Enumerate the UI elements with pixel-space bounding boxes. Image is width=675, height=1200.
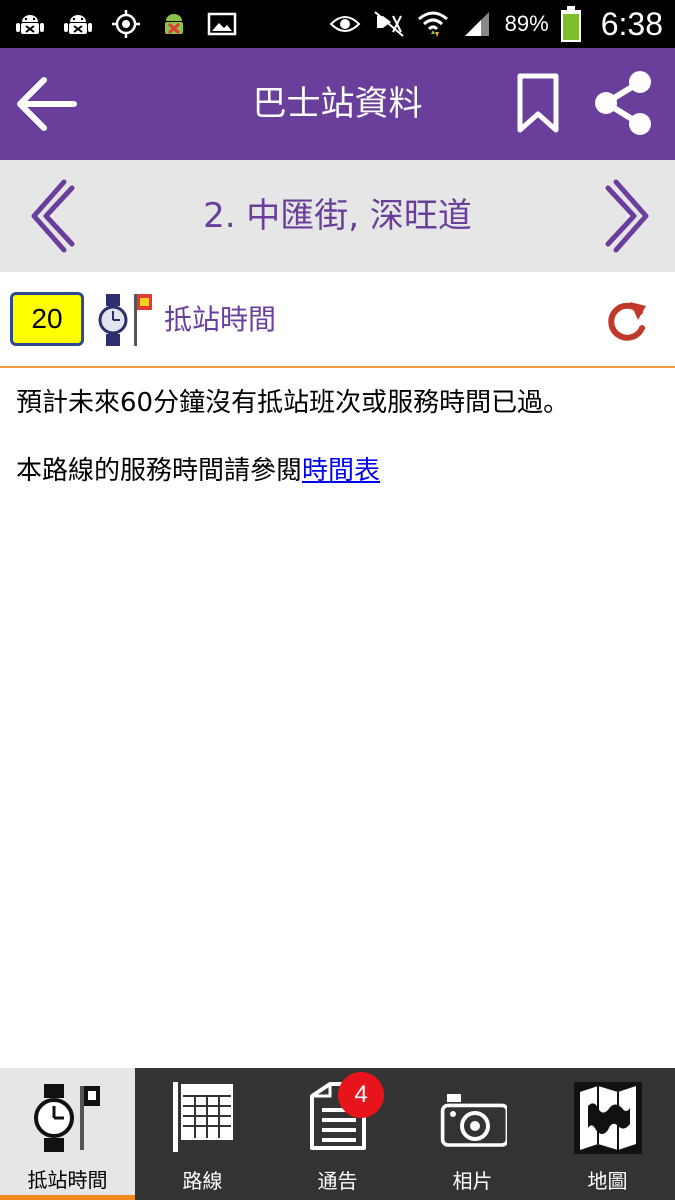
map-icon <box>574 1082 642 1154</box>
signal-icon <box>464 12 489 36</box>
status-system: 89% 6:38 <box>329 0 663 48</box>
stop-navigator: 2. 中匯街, 深旺道 <box>0 160 675 272</box>
next-stop-chevron-icon[interactable] <box>600 176 656 256</box>
nav-label: 路線 <box>182 1169 223 1193</box>
nav-tab-map[interactable]: 地圖 <box>540 1068 675 1200</box>
image-icon <box>207 12 237 36</box>
notice-count-badge: 4 <box>338 1072 384 1118</box>
eta-header: 20 抵站時間 <box>0 272 675 368</box>
eta-message: 預計未來60分鐘沒有抵站班次或服務時間已過。 本路線的服務時間請參閱時間表 <box>16 378 666 514</box>
nav-tab-arrival-time[interactable]: 抵站時間 <box>0 1068 135 1200</box>
previous-stop-chevron-icon[interactable] <box>24 176 80 256</box>
nav-label: 抵站時間 <box>27 1168 108 1192</box>
watch-flag-icon <box>34 1084 100 1152</box>
mute-icon <box>374 11 404 37</box>
android-debug-icon <box>16 15 44 34</box>
bottom-navigation: 抵站時間 路線 通告 相片 地圖 <box>0 1068 675 1200</box>
eta-label: 抵站時間 <box>164 303 277 336</box>
refresh-icon[interactable] <box>604 298 650 344</box>
page-title: 巴士站資料 <box>252 84 423 124</box>
timetable-note-prefix: 本路線的服務時間請參閱 <box>16 456 303 486</box>
android-debug-icon <box>64 15 92 34</box>
status-time: 6:38 <box>600 5 663 42</box>
timetable-note: 本路線的服務時間請參閱時間表 <box>16 446 666 496</box>
wifi-icon <box>417 11 448 37</box>
status-bar: 89% 6:38 <box>0 0 675 48</box>
nav-label: 地圖 <box>587 1169 628 1193</box>
no-arrival-text: 預計未來60分鐘沒有抵站班次或服務時間已過。 <box>16 388 570 418</box>
route-number-badge: 20 <box>10 292 84 346</box>
camera-icon <box>440 1094 507 1147</box>
watch-flag-icon <box>98 294 152 346</box>
android-error-icon <box>165 14 183 35</box>
nav-tab-route[interactable]: 路線 <box>135 1068 270 1200</box>
nav-tab-photo[interactable]: 相片 <box>405 1068 540 1200</box>
status-notifications <box>14 6 238 42</box>
share-icon[interactable] <box>590 68 656 138</box>
gps-icon <box>112 10 140 38</box>
bookmark-icon[interactable] <box>516 72 560 134</box>
nav-label: 相片 <box>452 1169 493 1193</box>
stop-name: 2. 中匯街, 深旺道 <box>203 196 472 236</box>
nav-label: 通告 <box>317 1169 358 1193</box>
nav-tab-notice[interactable]: 通告 <box>270 1068 405 1200</box>
app-bar: 巴士站資料 <box>0 48 675 160</box>
battery-percent: 89% <box>504 11 549 36</box>
route-table-icon <box>173 1082 233 1152</box>
timetable-link[interactable]: 時間表 <box>302 456 380 486</box>
battery-icon <box>560 6 581 42</box>
eye-icon <box>329 16 361 32</box>
